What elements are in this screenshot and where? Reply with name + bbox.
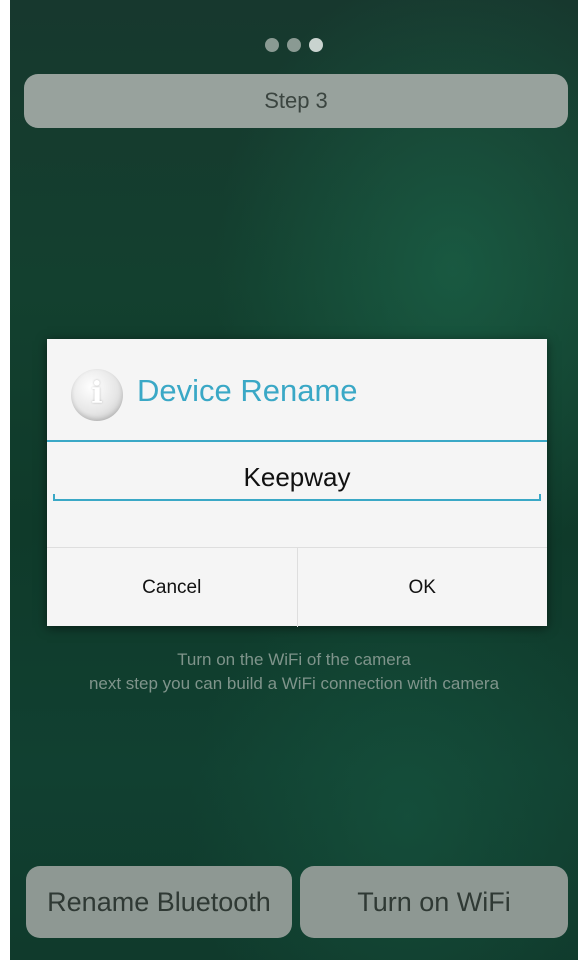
ok-label: OK xyxy=(408,576,436,598)
page-dot-active xyxy=(309,38,324,52)
turn-on-wifi-button[interactable]: Turn on WiFi xyxy=(300,866,568,938)
page-dot xyxy=(287,38,301,52)
rename-bluetooth-label: Rename Bluetooth xyxy=(47,886,271,917)
turn-on-wifi-label: Turn on WiFi xyxy=(357,886,511,917)
step-header: Step 3 xyxy=(24,74,568,128)
dialog-title: Device Rename xyxy=(137,373,358,408)
ok-button[interactable]: OK xyxy=(296,548,548,627)
dialog-header: i Device Rename xyxy=(47,339,547,442)
step-label: Step 3 xyxy=(264,88,328,113)
instructions: Turn on the WiFi of the camera next step… xyxy=(10,648,578,696)
dialog-button-bar: Cancel OK xyxy=(47,547,547,627)
page-indicator xyxy=(10,38,578,57)
instruction-line-1: Turn on the WiFi of the camera xyxy=(177,650,411,669)
cancel-button[interactable]: Cancel xyxy=(47,548,297,627)
rename-bluetooth-button[interactable]: Rename Bluetooth xyxy=(26,866,292,938)
input-underline xyxy=(53,494,541,501)
rename-dialog: i Device Rename Keepway Cancel OK xyxy=(47,339,547,627)
cancel-label: Cancel xyxy=(142,576,202,598)
instruction-line-2: next step you can build a WiFi connectio… xyxy=(88,674,500,693)
device-name-input-value[interactable]: Keepway xyxy=(53,457,541,497)
dialog-title-divider xyxy=(47,440,547,442)
page-dot xyxy=(264,38,279,52)
device-name-field[interactable]: Keepway xyxy=(53,457,541,505)
info-icon: i xyxy=(71,369,123,421)
